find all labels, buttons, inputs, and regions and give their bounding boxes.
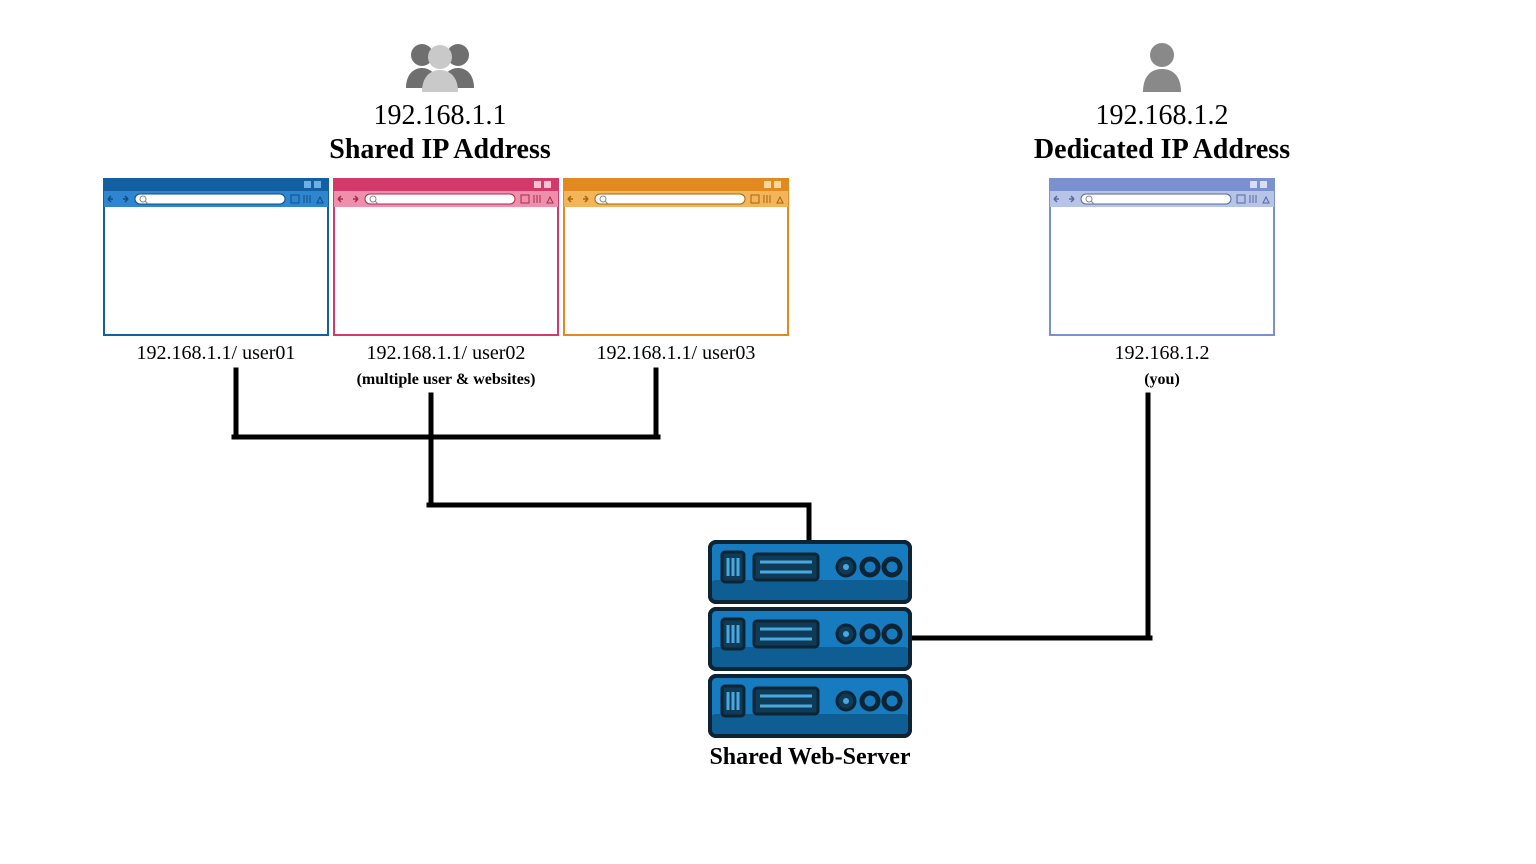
server-stack-icon	[708, 540, 912, 738]
server-title: Shared Web-Server	[709, 744, 910, 771]
